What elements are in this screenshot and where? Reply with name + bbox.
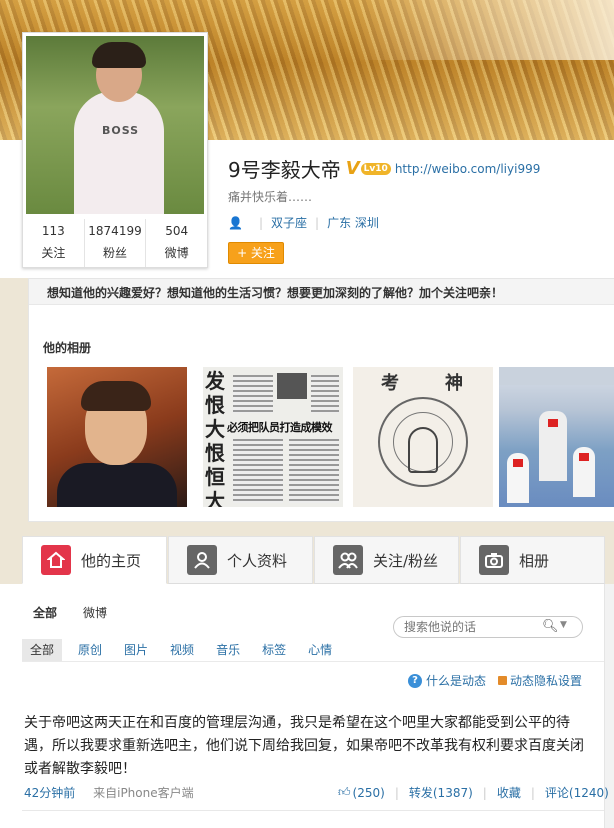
people-icon	[333, 545, 363, 575]
feed-filter-bar: 全部 原创 图片 视频 音乐 标签 心情	[22, 638, 604, 662]
newspaper-headline: 必须把队员打造成模效	[227, 421, 333, 434]
profile-nav-tabs: 他的主页 个人资料 关注/粉丝 相册	[22, 536, 614, 584]
stat-following-label: 关注	[41, 246, 66, 260]
divider: |	[258, 215, 263, 230]
tab-home-label: 他的主页	[81, 551, 142, 570]
follow-promo-text: 想知道他的兴趣爱好？想知道他的生活习惯？想要更加深刻的了解他？加个关注吧亲！	[29, 279, 614, 305]
avatar-shirt-logo: BOSS	[102, 124, 140, 137]
post-divider	[22, 810, 604, 811]
post-meta: 42分钟前 来自iPhone客户端	[24, 784, 194, 801]
gender-icon: 👤	[228, 215, 243, 230]
filter-music[interactable]: 音乐	[216, 639, 240, 661]
post-source[interactable]: 来自iPhone客户端	[93, 786, 194, 800]
tab-profile[interactable]: 个人资料	[168, 536, 313, 584]
divider: |	[394, 785, 399, 800]
privacy-settings-link[interactable]: 动态隐私设置	[510, 672, 582, 689]
post-actions: 👍︎ (250) | 转发(1387) | 收藏 | 评论(1240)	[338, 784, 609, 801]
album-title: 他的相册	[43, 341, 92, 355]
verified-icon[interactable]: V	[346, 158, 360, 179]
feed-subtabs: 全部 微博	[33, 604, 133, 621]
search-input[interactable]	[404, 620, 544, 634]
homepage-link[interactable]: http://weibo.com/liyi999	[395, 162, 541, 176]
stat-fans-count: 1874199	[88, 224, 142, 238]
drawing-char-2: 神	[445, 373, 463, 394]
profile-stats: 113 关注 1874199 粉丝 504 微博	[23, 219, 207, 267]
profile-name: 9号李毅大帝	[228, 158, 341, 182]
tab-album[interactable]: 相册	[460, 536, 605, 584]
profile-name-row: 9号李毅大帝 V Lv10 http://weibo.com/liyi999	[228, 154, 540, 183]
divider: |	[530, 785, 535, 800]
profile-info-row: 👤 | 双子座 | 广东 深圳	[228, 214, 379, 231]
stat-fans-label: 粉丝	[103, 246, 128, 260]
filter-mood[interactable]: 心情	[308, 639, 332, 661]
comment-link[interactable]: 评论(1240)	[545, 784, 609, 801]
subtab-weibo[interactable]: 微博	[83, 604, 107, 621]
filter-video[interactable]: 视频	[170, 639, 194, 661]
album-photo-portrait[interactable]	[47, 367, 187, 507]
tab-album-label: 相册	[519, 551, 550, 570]
divider: |	[315, 215, 320, 230]
avatar-card: BOSS 113 关注 1874199 粉丝 504 微博	[22, 32, 208, 268]
thumbs-up-icon[interactable]: 👍︎	[338, 785, 351, 800]
stat-weibo[interactable]: 504 微博	[146, 219, 207, 267]
tab-follow-fans-label: 关注/粉丝	[373, 551, 439, 570]
person-icon	[187, 545, 217, 575]
tab-profile-label: 个人资料	[227, 551, 288, 570]
follow-promo-panel: 想知道他的兴趣爱好？想知道他的生活习惯？想要更加深刻的了解他？加个关注吧亲！ 他…	[28, 278, 614, 522]
lock-icon	[498, 676, 508, 685]
divider: |	[482, 785, 487, 800]
stat-weibo-count: 504	[165, 224, 189, 238]
album-photo-kids[interactable]	[499, 367, 614, 507]
filter-all[interactable]: 全部	[22, 638, 63, 661]
level-badge[interactable]: Lv10	[360, 162, 391, 175]
home-icon	[41, 545, 71, 575]
location-link[interactable]: 广东 深圳	[327, 214, 379, 231]
post-text: 关于帝吧这两天正在和百度的管理层沟通，我只是希望在这个吧里大家都能受到公平的待遇…	[24, 715, 584, 777]
profile-bio: 痛并快乐着……	[228, 190, 313, 204]
album-photo-drawing[interactable]: 考 神	[353, 367, 493, 507]
drawing-char-1: 考	[381, 373, 399, 394]
repost-link[interactable]: 转发(1387)	[409, 784, 473, 801]
avatar[interactable]: BOSS	[26, 36, 204, 214]
camera-icon	[479, 545, 509, 575]
album-photo-newspaper[interactable]: 发恨大恨恒大 必须把队员打造成模效	[203, 367, 343, 507]
question-icon: ?	[408, 673, 422, 688]
newspaper-big-text: 发恨大恨恒大	[205, 369, 225, 507]
chevron-down-icon[interactable]: ▼	[560, 620, 567, 630]
stat-following[interactable]: 113 关注	[23, 219, 85, 267]
zodiac-link[interactable]: 双子座	[271, 214, 307, 231]
filter-tags[interactable]: 标签	[262, 639, 286, 661]
like-count[interactable]: (250)	[353, 786, 385, 800]
feed-help-row: ? 什么是动态 动态隐私设置	[408, 672, 582, 689]
subtab-all[interactable]: 全部	[33, 604, 57, 621]
feed-search: 🔍︎ ▼	[393, 616, 583, 638]
stat-weibo-label: 微博	[164, 246, 189, 260]
tab-follow-fans[interactable]: 关注/粉丝	[314, 536, 459, 584]
tab-home[interactable]: 他的主页	[22, 536, 167, 584]
post-time[interactable]: 42分钟前	[24, 786, 75, 800]
stat-following-count: 113	[41, 224, 65, 238]
favorite-link[interactable]: 收藏	[497, 784, 521, 801]
what-is-feed-link[interactable]: 什么是动态	[426, 672, 486, 689]
stat-fans[interactable]: 1874199 粉丝	[85, 219, 147, 267]
search-icon[interactable]: 🔍︎	[542, 619, 559, 634]
follow-button[interactable]: + 关注	[228, 242, 284, 264]
filter-images[interactable]: 图片	[124, 639, 148, 661]
filter-original[interactable]: 原创	[78, 639, 102, 661]
